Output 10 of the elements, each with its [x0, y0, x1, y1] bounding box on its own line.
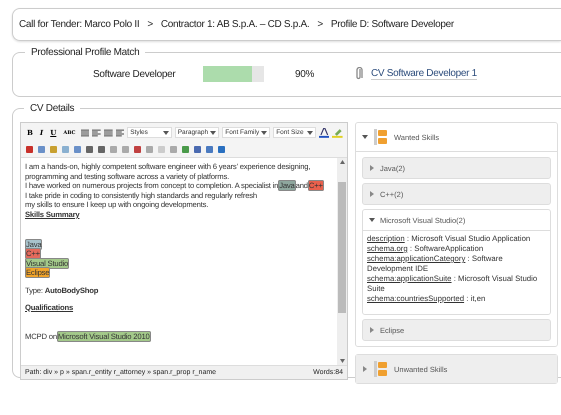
breadcrumb-separator: >: [147, 19, 153, 30]
section-title: Professional Profile Match: [30, 47, 140, 58]
breadcrumb-link[interactable]: Contractor 1: AB S.p.A. – CD S.p.A.: [160, 19, 310, 30]
profile-name: Software Developer: [93, 68, 176, 80]
section-title: CV Details: [29, 103, 76, 114]
breadcrumb-link[interactable]: Call for Tender: Marco Polo II: [19, 19, 140, 30]
breadcrumb-separator: >: [317, 19, 323, 30]
breadcrumb-link[interactable]: Profile D: Software Developer: [330, 19, 454, 30]
match-percent: 90%: [295, 68, 316, 80]
cv-link[interactable]: CV Software Developer 1: [371, 68, 477, 80]
